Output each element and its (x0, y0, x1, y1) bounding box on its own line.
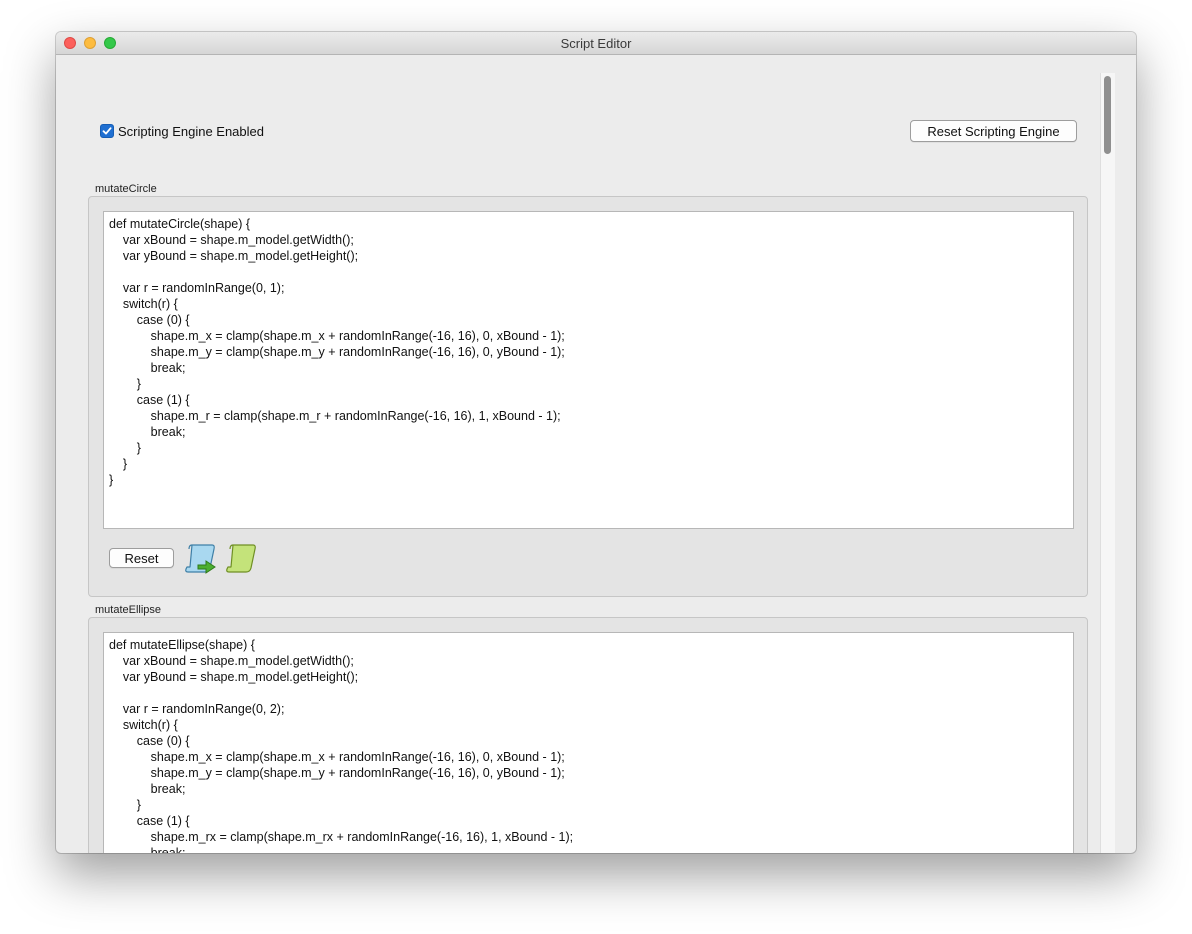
checkmark-icon (102, 127, 112, 135)
title-bar: Script Editor (56, 32, 1136, 55)
script-group-title: mutateEllipse (95, 604, 162, 616)
window-title: Script Editor (560, 36, 632, 51)
engine-enabled-label: Scripting Engine Enabled (118, 123, 264, 139)
script-apply-icon[interactable] (225, 542, 259, 576)
script-editor-window: Script Editor Scripting Engine Enabled R… (56, 32, 1136, 853)
script-code[interactable]: def mutateCircle(shape) { var xBound = s… (104, 212, 1073, 488)
engine-enabled-checkbox[interactable] (100, 124, 114, 138)
script-run-icon[interactable] (184, 542, 218, 576)
script-code-editor[interactable]: def mutateEllipse(shape) { var xBound = … (103, 632, 1074, 853)
script-group-mutate-ellipse: def mutateEllipse(shape) { var xBound = … (88, 617, 1088, 853)
script-code[interactable]: def mutateEllipse(shape) { var xBound = … (104, 633, 1073, 853)
engine-enabled-toggle[interactable]: Scripting Engine Enabled (100, 123, 264, 139)
vertical-scrollbar[interactable] (1100, 73, 1115, 853)
reset-scripting-engine-button[interactable]: Reset Scripting Engine (910, 120, 1077, 142)
minimize-window-button[interactable] (84, 37, 96, 49)
close-window-button[interactable] (64, 37, 76, 49)
scrollbar-thumb[interactable] (1104, 76, 1111, 154)
script-group-mutate-circle: def mutateCircle(shape) { var xBound = s… (88, 196, 1088, 597)
zoom-window-button[interactable] (104, 37, 116, 49)
script-group-title: mutateCircle (95, 183, 157, 195)
script-code-editor[interactable]: def mutateCircle(shape) { var xBound = s… (103, 211, 1074, 529)
window-content: Scripting Engine Enabled Reset Scripting… (56, 55, 1136, 853)
reset-script-button[interactable]: Reset (109, 548, 174, 568)
